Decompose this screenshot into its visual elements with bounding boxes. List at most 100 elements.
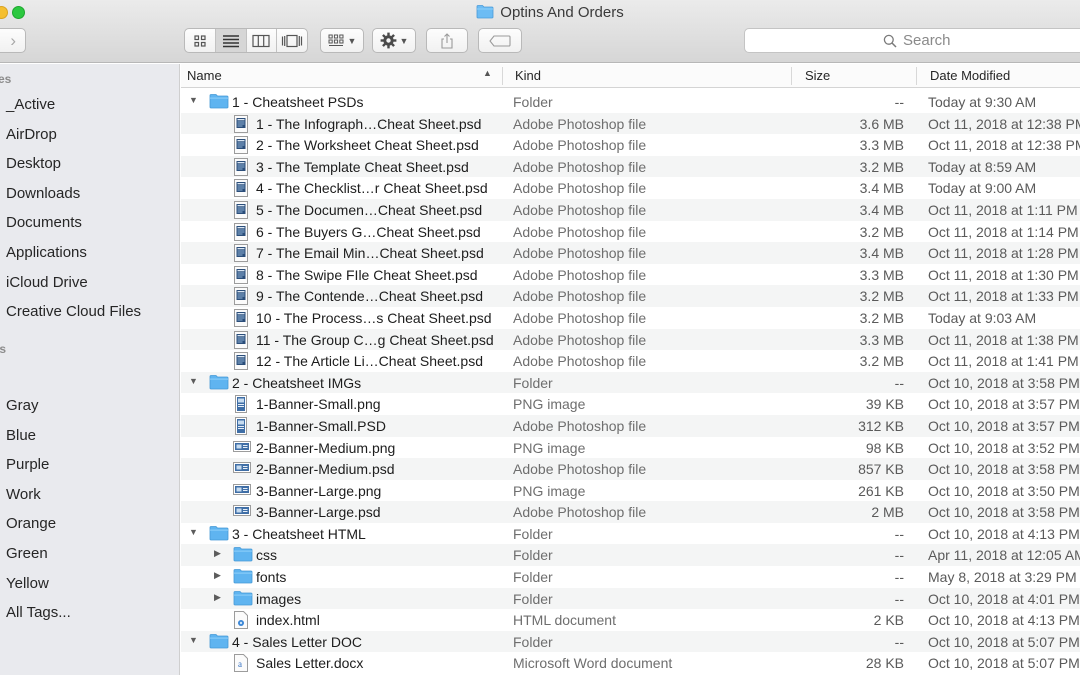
image-file-icon — [233, 460, 251, 477]
file-row[interactable]: 2 - The Worksheet Cheat Sheet.psd Adobe P… — [181, 134, 1080, 156]
icon-view-button[interactable] — [185, 29, 216, 52]
file-size: -- — [894, 525, 904, 542]
arrange-icon — [328, 34, 344, 46]
file-date-modified: Oct 11, 2018 at 1:30 PM — [928, 266, 1079, 283]
disclosure-closed-icon[interactable]: ▶ — [214, 592, 221, 603]
file-row[interactable]: 9 - The Contende…Cheat Sheet.psd Adobe Ph… — [181, 285, 1080, 307]
photoshop-file-icon — [233, 265, 249, 287]
column-divider[interactable] — [916, 67, 917, 85]
file-row[interactable]: 12 - The Article Li…Cheat Sheet.psd Adobe… — [181, 350, 1080, 372]
column-kind-header[interactable]: Kind — [515, 68, 541, 83]
search-field[interactable]: Search — [744, 28, 1080, 53]
photoshop-file-icon — [233, 179, 249, 200]
file-date-modified: Oct 10, 2018 at 4:01 PM — [928, 590, 1080, 607]
folder-row[interactable]: ▼ 4 - Sales Letter DOC Folder -- Oct 10, 201… — [181, 630, 1080, 653]
file-date-modified: Oct 10, 2018 at 3:52 PM — [928, 439, 1080, 456]
file-date-modified: Oct 10, 2018 at 3:50 PM — [928, 482, 1080, 499]
file-row[interactable]: 6 - The Buyers G…Cheat Sheet.psd Adobe Ph… — [181, 221, 1080, 243]
sidebar-item-airdrop[interactable]: AirDrop — [6, 126, 57, 143]
folder-icon — [233, 590, 253, 609]
share-button[interactable] — [426, 28, 468, 53]
file-date-modified: Oct 10, 2018 at 4:13 PM — [928, 525, 1080, 542]
file-row[interactable]: 8 - The Swipe FIle Cheat Sheet.psd Adobe … — [181, 264, 1080, 286]
file-name: 1-Banner-Small.png — [256, 396, 381, 413]
column-divider[interactable] — [502, 67, 503, 85]
file-row[interactable]: 5 - The Documen…Cheat Sheet.psd Adobe Pho… — [181, 198, 1080, 221]
sidebar-item-documents[interactable]: Documents — [6, 214, 82, 231]
photoshop-file-icon — [233, 136, 249, 157]
sidebar-tag-all-tags[interactable]: All Tags... — [6, 604, 71, 621]
grid-icon — [194, 34, 206, 47]
disclosure-open-icon[interactable]: ▼ — [189, 95, 198, 105]
disclosure-open-icon[interactable]: ▼ — [189, 527, 198, 537]
sidebar-tag-gray[interactable]: Gray — [6, 397, 39, 414]
file-kind: Folder — [513, 374, 553, 391]
file-size: 3.4 MB — [859, 245, 904, 262]
sidebar-tag-work[interactable]: Work — [6, 486, 41, 503]
file-row[interactable]: 1-Banner-Small.png PNG image 39 KB Oct 10, … — [181, 393, 1080, 415]
photoshop-file-icon — [233, 308, 249, 330]
file-row[interactable]: 3-Banner-Large.png PNG image 261 KB Oct 10,… — [181, 480, 1080, 502]
file-kind: Microsoft Word document — [513, 655, 673, 672]
cover-flow-button[interactable] — [277, 29, 307, 52]
file-row[interactable]: 3 - The Template Cheat Sheet.psd Adobe Ph… — [181, 155, 1080, 178]
file-name: 10 - The Process…s Cheat Sheet.psd — [256, 309, 492, 326]
column-name-header[interactable]: Name — [187, 68, 222, 83]
folder-row[interactable]: ▶ fonts Folder -- May 8, 2018 at 3:29 PM — [181, 566, 1080, 588]
list-view-button[interactable] — [215, 29, 247, 52]
file-row[interactable]: 2-Banner-Medium.psd Adobe Photoshop file 8… — [181, 458, 1080, 480]
tag-icon — [489, 34, 511, 47]
sidebar-item-desktop[interactable]: Desktop — [6, 155, 61, 172]
action-button[interactable]: ▼ — [372, 28, 416, 53]
forward-button[interactable]: › — [0, 28, 26, 53]
file-row[interactable]: 10 - The Process…s Cheat Sheet.psd Adobe … — [181, 307, 1080, 329]
file-size: 312 KB — [858, 417, 904, 434]
disclosure-closed-icon[interactable]: ▶ — [214, 548, 221, 559]
file-kind: Adobe Photoshop file — [513, 266, 647, 283]
file-row[interactable]: index.html HTML document 2 KB Oct 10, 2018 … — [181, 609, 1080, 631]
file-name: 5 - The Documen…Cheat Sheet.psd — [256, 201, 483, 218]
folder-row[interactable]: ▶ images Folder -- Oct 10, 2018 at 4:01 PM — [181, 587, 1080, 610]
file-size: 3.6 MB — [859, 115, 904, 132]
list-icon — [222, 34, 239, 47]
disclosure-open-icon[interactable]: ▼ — [189, 635, 198, 645]
sidebar-tag-orange[interactable]: Orange — [6, 515, 56, 532]
tag-button[interactable] — [478, 28, 522, 53]
file-size: 3.3 MB — [859, 331, 904, 348]
sidebar-tag-yellow[interactable]: Yellow — [6, 575, 49, 592]
file-row[interactable]: 4 - The Checklist…r Cheat Sheet.psd Adobe… — [181, 177, 1080, 199]
sidebar-item-icloud-drive[interactable]: iCloud Drive — [6, 274, 88, 291]
sidebar-item-active[interactable]: _Active — [6, 96, 55, 113]
folder-row[interactable]: ▼ 1 - Cheatsheet PSDs Folder -- Today at 9:3… — [181, 91, 1080, 113]
file-row[interactable]: 2-Banner-Medium.png PNG image 98 KB Oct 10,… — [181, 437, 1080, 459]
column-size-header[interactable]: Size — [805, 68, 830, 83]
folder-row[interactable]: ▼ 3 - Cheatsheet HTML Folder -- Oct 10, 2018… — [181, 523, 1080, 545]
file-row[interactable]: 1 - The Infograph…Cheat Sheet.psd Adobe P… — [181, 112, 1080, 135]
file-row[interactable]: 11 - The Group C…g Cheat Sheet.psd Adobe … — [181, 328, 1080, 351]
file-kind: Adobe Photoshop file — [513, 158, 647, 175]
file-row[interactable]: 3-Banner-Large.psd Adobe Photoshop file 2 … — [181, 501, 1080, 523]
file-name: 3-Banner-Large.png — [256, 482, 382, 499]
file-row[interactable]: 1-Banner-Small.PSD Adobe Photoshop file 31… — [181, 414, 1080, 437]
arrange-button[interactable]: ▼ — [320, 28, 364, 53]
sidebar-item-creative-cloud-files[interactable]: Creative Cloud Files — [6, 303, 141, 320]
disclosure-open-icon[interactable]: ▼ — [189, 376, 198, 386]
cover-flow-icon — [282, 34, 303, 47]
folder-row[interactable]: ▼ 2 - Cheatsheet IMGs Folder -- Oct 10, 2018… — [181, 371, 1080, 394]
sidebar-item-downloads[interactable]: Downloads — [6, 185, 80, 202]
column-view-button[interactable] — [247, 29, 278, 52]
file-name: 2-Banner-Medium.png — [256, 439, 396, 456]
sidebar-tag-blue[interactable]: Blue — [6, 427, 36, 444]
file-name: 2 - Cheatsheet IMGs — [232, 374, 362, 391]
sidebar-tag-green[interactable]: Green — [6, 545, 48, 562]
sidebar-tag-purple[interactable]: Purple — [6, 456, 49, 473]
file-date-modified: Oct 10, 2018 at 5:07 PM — [928, 655, 1080, 672]
folder-row[interactable]: ▶ css Folder -- Apr 11, 2018 at 12:05 AM — [181, 544, 1080, 567]
file-row[interactable]: 7 - The Email Min…Cheat Sheet.psd Adobe P… — [181, 242, 1080, 264]
sidebar-item-applications[interactable]: Applications — [6, 244, 87, 261]
column-divider[interactable] — [791, 67, 792, 85]
disclosure-closed-icon[interactable]: ▶ — [214, 570, 221, 581]
photoshop-file-icon — [233, 352, 249, 373]
file-row[interactable]: a Sales Letter.docx Microsoft Word documen… — [181, 652, 1080, 674]
column-date-header[interactable]: Date Modified — [930, 68, 1010, 83]
